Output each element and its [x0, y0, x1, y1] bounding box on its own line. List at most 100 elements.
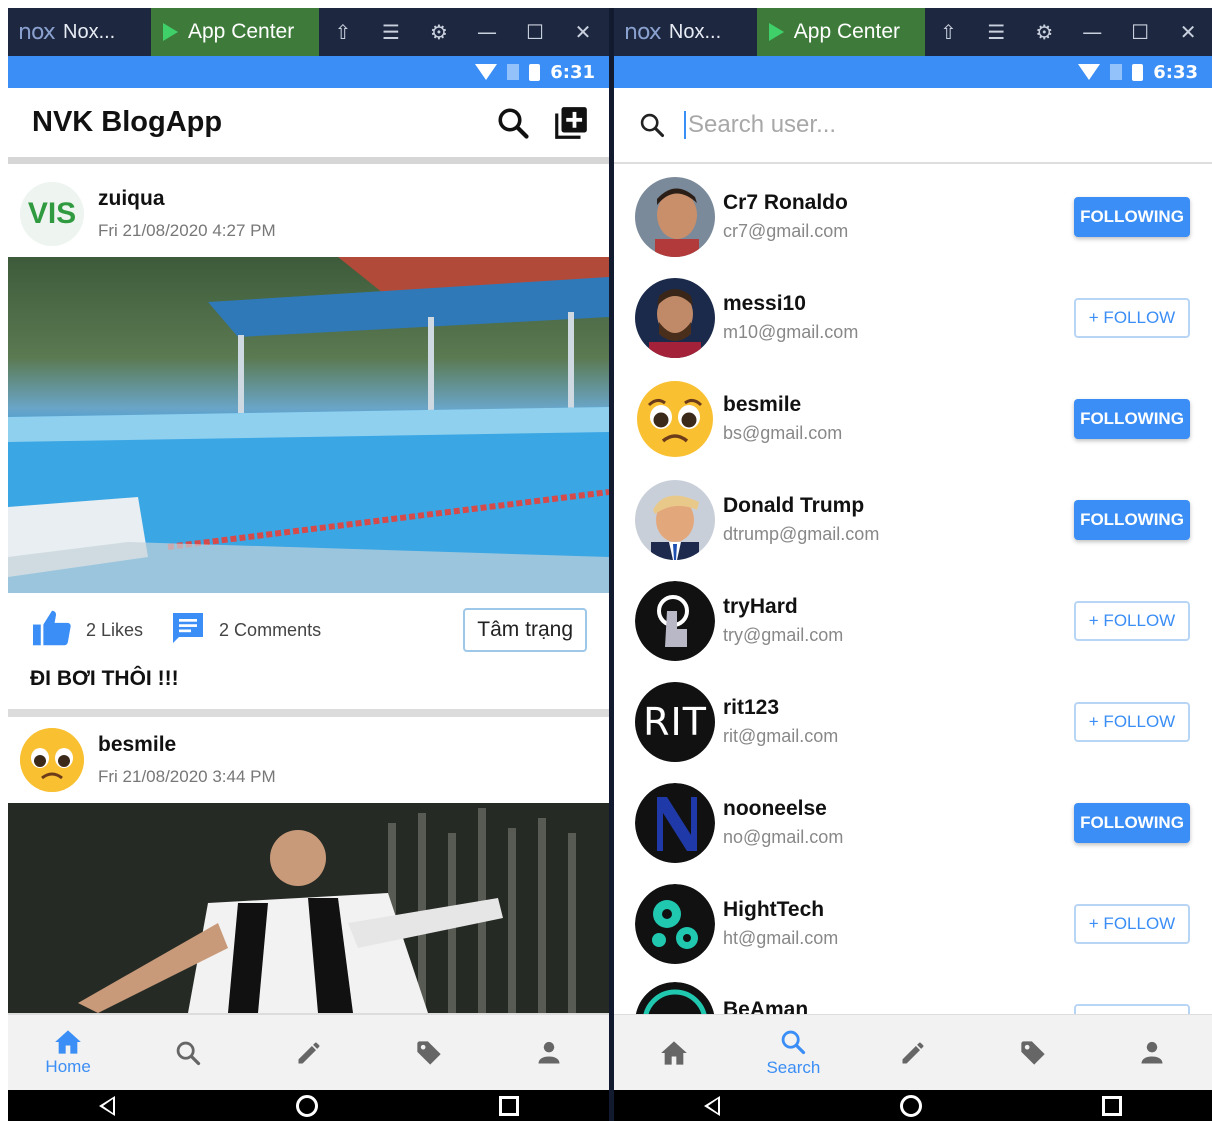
home-icon [660, 1040, 687, 1065]
nox-logo: nox [624, 19, 662, 45]
maximize-icon[interactable]: ☐ [511, 20, 559, 44]
nav-search[interactable]: Search [734, 1015, 854, 1090]
like-icon[interactable] [30, 609, 74, 652]
tag-icon [417, 1040, 441, 1065]
nav-tags[interactable] [369, 1015, 489, 1090]
follow-button[interactable]: + FOLLOW [1074, 903, 1190, 944]
user-row[interactable]: Donald Trump dtrump@gmail.com FOLLOWING [614, 469, 1212, 570]
search-bar [614, 88, 1212, 164]
comment-icon[interactable] [169, 610, 207, 651]
back-icon[interactable] [98, 1095, 115, 1116]
avatar[interactable] [20, 728, 84, 792]
app-center-button[interactable]: App Center [151, 8, 319, 56]
home-icon [55, 1029, 81, 1054]
user-name: rit123 [723, 696, 780, 719]
add-post-icon[interactable] [551, 103, 591, 143]
gear-icon[interactable]: ⚙ [415, 20, 463, 44]
user-row[interactable]: messi10 m10@gmail.com + FOLLOW [614, 267, 1212, 368]
follow-button[interactable]: + FOLLOW [1074, 701, 1190, 742]
search-icon[interactable] [493, 103, 533, 143]
nox-window-name[interactable]: Nox... [669, 21, 757, 44]
following-button[interactable]: FOLLOWING [1074, 802, 1190, 843]
avatar[interactable]: VIS [20, 182, 84, 246]
menu-icon[interactable]: ☰ [367, 20, 415, 44]
recent-apps-icon[interactable] [1102, 1095, 1122, 1116]
post-timestamp: Fri 21/08/2020 4:27 PM [98, 221, 276, 240]
home-circle-icon[interactable] [295, 1094, 318, 1117]
mood-button[interactable]: Tâm trạng [463, 608, 587, 652]
following-button[interactable]: FOLLOWING [1074, 196, 1190, 237]
user-name: besmile [723, 393, 802, 416]
nav-search[interactable] [128, 1015, 248, 1090]
menu-icon[interactable]: ☰ [972, 20, 1020, 44]
pencil-icon [298, 1042, 319, 1063]
post-username[interactable]: zuiqua [98, 187, 276, 211]
user-row[interactable]: besmile bs@gmail.com FOLLOWING [614, 368, 1212, 469]
back-icon[interactable] [704, 1095, 720, 1116]
no-sim-icon [507, 64, 520, 80]
avatar[interactable] [635, 379, 715, 459]
nox-window-name[interactable]: Nox... [63, 21, 151, 44]
recent-apps-icon[interactable] [498, 1095, 519, 1116]
post-card: VIS zuiqua Fri 21/08/2020 4:27 PM 2 Like… [8, 171, 609, 709]
minimize-icon[interactable]: — [463, 20, 511, 44]
post-feed[interactable]: VIS zuiqua Fri 21/08/2020 4:27 PM 2 Like… [8, 171, 609, 1014]
nav-home[interactable]: Home [8, 1015, 128, 1090]
user-email: bs@gmail.com [723, 423, 843, 443]
nav-search-label: Search [766, 1057, 821, 1077]
post-username[interactable]: besmile [98, 733, 276, 757]
app-center-button[interactable]: App Center [756, 8, 925, 56]
following-button[interactable]: FOLLOWING [1074, 398, 1190, 439]
post-image-swimming-pool[interactable] [8, 257, 609, 593]
avatar[interactable] [635, 782, 715, 863]
user-row[interactable]: RIT rit123 rit@gmail.com + FOLLOW [614, 671, 1212, 772]
user-row[interactable]: BeAman [614, 974, 1212, 1014]
comments-count[interactable]: 2 Comments [219, 620, 321, 641]
post-header: besmile Fri 21/08/2020 3:44 PM [8, 717, 609, 803]
user-email: try@gmail.com [723, 625, 844, 645]
maximize-icon[interactable]: ☐ [1116, 20, 1164, 44]
nox-titlebar: nox Nox... App Center ⇧ ☰ ⚙ — ☐ ✕ [614, 8, 1212, 56]
follow-button[interactable] [1074, 1004, 1190, 1014]
home-circle-icon[interactable] [900, 1094, 922, 1117]
post-image-soccer-player[interactable] [8, 803, 609, 1013]
user-email: rit@gmail.com [723, 726, 839, 746]
avatar[interactable] [635, 883, 715, 964]
user-row[interactable]: tryHard try@gmail.com + FOLLOW [614, 570, 1212, 671]
minimize-icon[interactable]: — [1068, 20, 1116, 44]
search-user-input[interactable] [684, 111, 1124, 139]
close-icon[interactable]: ✕ [559, 20, 607, 44]
user-name: Donald Trump [723, 494, 865, 517]
user-row[interactable]: HightTech ht@gmail.com + FOLLOW [614, 873, 1212, 974]
close-icon[interactable]: ✕ [1164, 20, 1212, 44]
emulator-window-feed: nox Nox... App Center ⇧ ☰ ⚙ — ☐ ✕ 6:31 N… [8, 8, 609, 1121]
follow-button[interactable]: + FOLLOW [1074, 600, 1190, 641]
shirt-icon[interactable]: ⇧ [319, 20, 367, 44]
shirt-icon[interactable]: ⇧ [925, 20, 973, 44]
nav-profile[interactable] [1092, 1015, 1212, 1090]
following-button[interactable]: FOLLOWING [1074, 499, 1190, 540]
nav-write[interactable] [248, 1015, 368, 1090]
avatar[interactable] [635, 479, 715, 560]
follow-button[interactable]: + FOLLOW [1074, 297, 1190, 338]
avatar[interactable] [635, 580, 715, 661]
avatar[interactable] [635, 277, 715, 358]
avatar[interactable] [635, 176, 715, 257]
avatar[interactable]: RIT [635, 681, 715, 762]
emulator-window-search: nox Nox... App Center ⇧ ☰ ⚙ — ☐ ✕ 6:33 S… [614, 8, 1212, 1121]
user-email: ht@gmail.com [723, 928, 839, 948]
android-navigation-bar [614, 1090, 1212, 1121]
nav-tags[interactable] [973, 1015, 1093, 1090]
user-list[interactable]: Cr7 Ronaldo cr7@gmail.com FOLLOWING mess… [614, 166, 1212, 1014]
nav-home[interactable] [614, 1015, 734, 1090]
user-row[interactable]: nooneelse no@gmail.com FOLLOWING [614, 772, 1212, 873]
user-row[interactable]: Cr7 Ronaldo cr7@gmail.com FOLLOWING [614, 166, 1212, 267]
user-email: m10@gmail.com [723, 322, 859, 342]
gear-icon[interactable]: ⚙ [1020, 20, 1068, 44]
nav-profile[interactable] [489, 1015, 609, 1090]
user-name: nooneelse [723, 797, 827, 820]
wifi-icon [1078, 64, 1101, 80]
avatar[interactable] [635, 982, 715, 1014]
nav-write[interactable] [853, 1015, 973, 1090]
user-name: tryHard [723, 595, 798, 618]
